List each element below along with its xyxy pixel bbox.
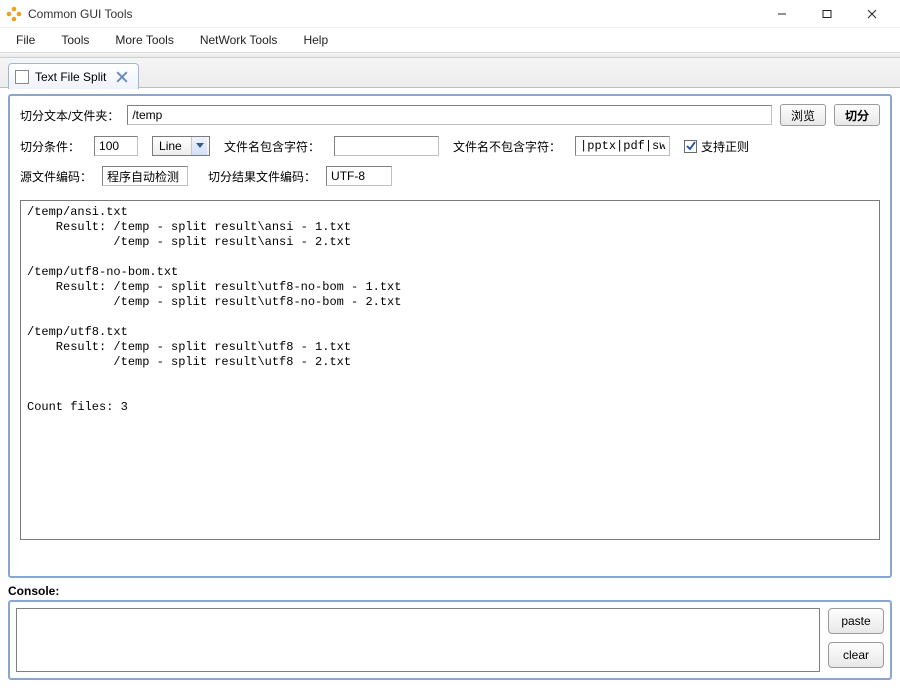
- title-bar: Common GUI Tools: [0, 0, 900, 28]
- console-label: Console:: [8, 584, 892, 598]
- minimize-button[interactable]: [759, 0, 804, 28]
- menu-tools[interactable]: Tools: [53, 31, 97, 49]
- browse-button[interactable]: 浏览: [780, 104, 826, 126]
- include-label: 文件名包含字符：: [224, 138, 320, 155]
- menu-file[interactable]: File: [8, 31, 43, 49]
- cond-label: 切分条件：: [20, 138, 80, 155]
- tab-text-file-split[interactable]: Text File Split: [8, 63, 139, 89]
- dst-enc-label: 切分结果文件编码：: [208, 168, 316, 185]
- menu-help[interactable]: Help: [295, 31, 336, 49]
- document-icon: [15, 70, 29, 84]
- split-button[interactable]: 切分: [834, 104, 880, 126]
- cond-count-input[interactable]: [94, 136, 138, 156]
- path-input[interactable]: [127, 105, 772, 125]
- menu-bar: File Tools More Tools NetWork Tools Help: [0, 28, 900, 52]
- include-input[interactable]: [334, 136, 439, 156]
- row-encoding: 源文件编码： 切分结果文件编码：: [20, 166, 880, 186]
- src-enc-input[interactable]: [102, 166, 188, 186]
- regex-checkbox-group[interactable]: 支持正则: [684, 138, 749, 155]
- regex-label: 支持正则: [701, 138, 749, 155]
- menu-network-tools[interactable]: NetWork Tools: [192, 31, 286, 49]
- cond-unit-value: Line: [159, 139, 182, 153]
- tab-bar: Text File Split: [0, 58, 900, 88]
- dst-enc-input[interactable]: [326, 166, 392, 186]
- row-conditions: 切分条件： Line 文件名包含字符： 文件名不包含字符： 支持正则: [20, 136, 880, 156]
- regex-checkbox[interactable]: [684, 140, 697, 153]
- app-icon: [6, 6, 22, 22]
- menu-more-tools[interactable]: More Tools: [107, 31, 181, 49]
- exclude-label: 文件名不包含字符：: [453, 138, 561, 155]
- chevron-down-icon: [191, 137, 207, 155]
- path-label: 切分文本/文件夹：: [20, 107, 119, 124]
- src-enc-label: 源文件编码：: [20, 168, 92, 185]
- console-panel: Console: paste clear: [8, 584, 892, 680]
- clear-button[interactable]: clear: [828, 642, 884, 668]
- tab-label: Text File Split: [35, 70, 106, 84]
- paste-button[interactable]: paste: [828, 608, 884, 634]
- main-panel: 切分文本/文件夹： 浏览 切分 切分条件： Line 文件名包含字符： 文件名不…: [8, 94, 892, 578]
- console-body: paste clear: [8, 600, 892, 680]
- console-textarea[interactable]: [16, 608, 820, 672]
- output-textarea[interactable]: /temp/ansi.txt Result: /temp - split res…: [20, 200, 880, 540]
- window-title: Common GUI Tools: [28, 7, 132, 21]
- maximize-button[interactable]: [804, 0, 849, 28]
- exclude-input[interactable]: [575, 136, 670, 156]
- close-button[interactable]: [849, 0, 894, 28]
- row-path: 切分文本/文件夹： 浏览 切分: [20, 104, 880, 126]
- cond-unit-select[interactable]: Line: [152, 136, 210, 156]
- tab-close-icon[interactable]: [116, 71, 128, 83]
